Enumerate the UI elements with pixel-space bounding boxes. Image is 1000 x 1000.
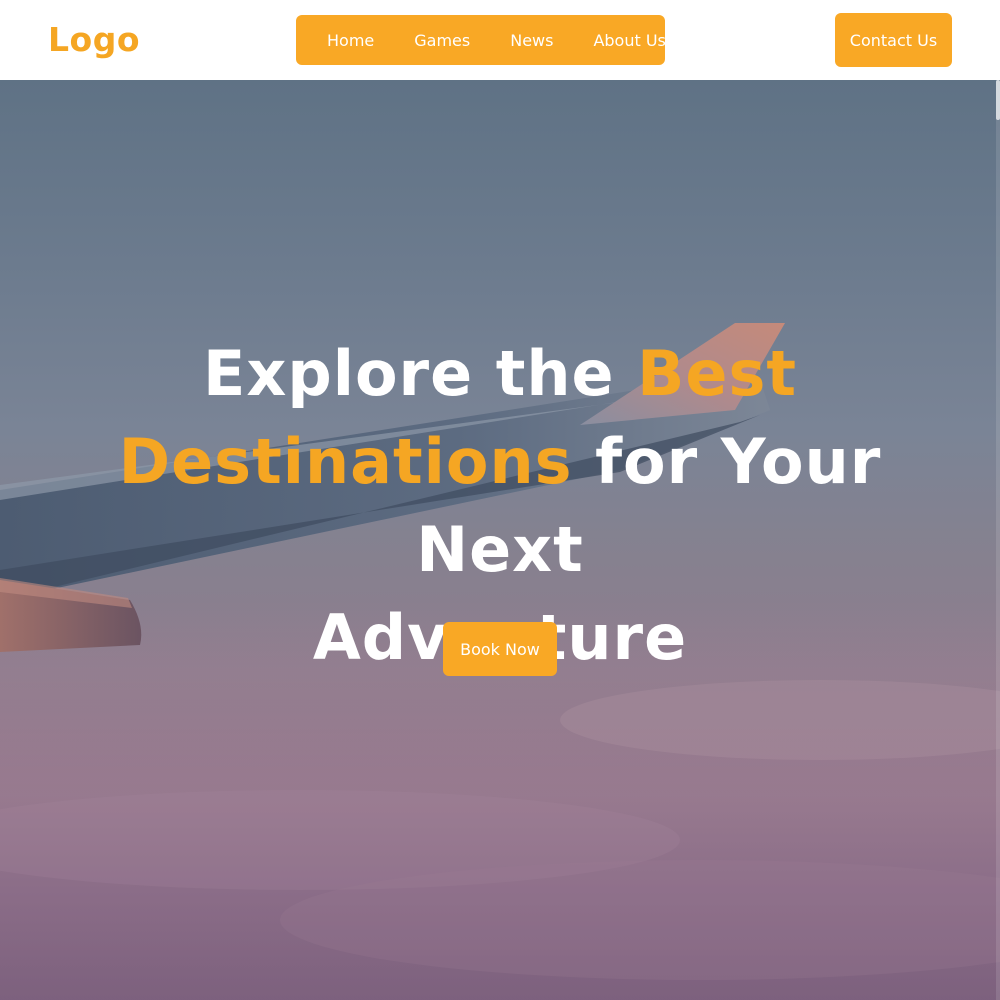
nav-item-news[interactable]: News	[484, 31, 567, 50]
contact-us-button[interactable]: Contact Us	[835, 13, 952, 67]
headline-accent-destinations: Destinations	[118, 425, 573, 498]
nav-item-games[interactable]: Games	[388, 31, 484, 50]
main-nav: Home Games News About Us	[296, 15, 666, 65]
headline-accent-best: Best	[637, 337, 798, 410]
headline-part-1: Explore the	[202, 337, 638, 410]
nav-item-about-us[interactable]: About Us	[567, 31, 679, 50]
page-scrollbar[interactable]	[996, 80, 1000, 1000]
nav-item-home[interactable]: Home	[313, 31, 388, 50]
scrollbar-thumb[interactable]	[996, 80, 1000, 120]
book-now-button[interactable]: Book Now	[443, 622, 557, 676]
site-header: Logo Home Games News About Us Contact Us	[0, 0, 1000, 80]
logo[interactable]: Logo	[48, 20, 140, 59]
